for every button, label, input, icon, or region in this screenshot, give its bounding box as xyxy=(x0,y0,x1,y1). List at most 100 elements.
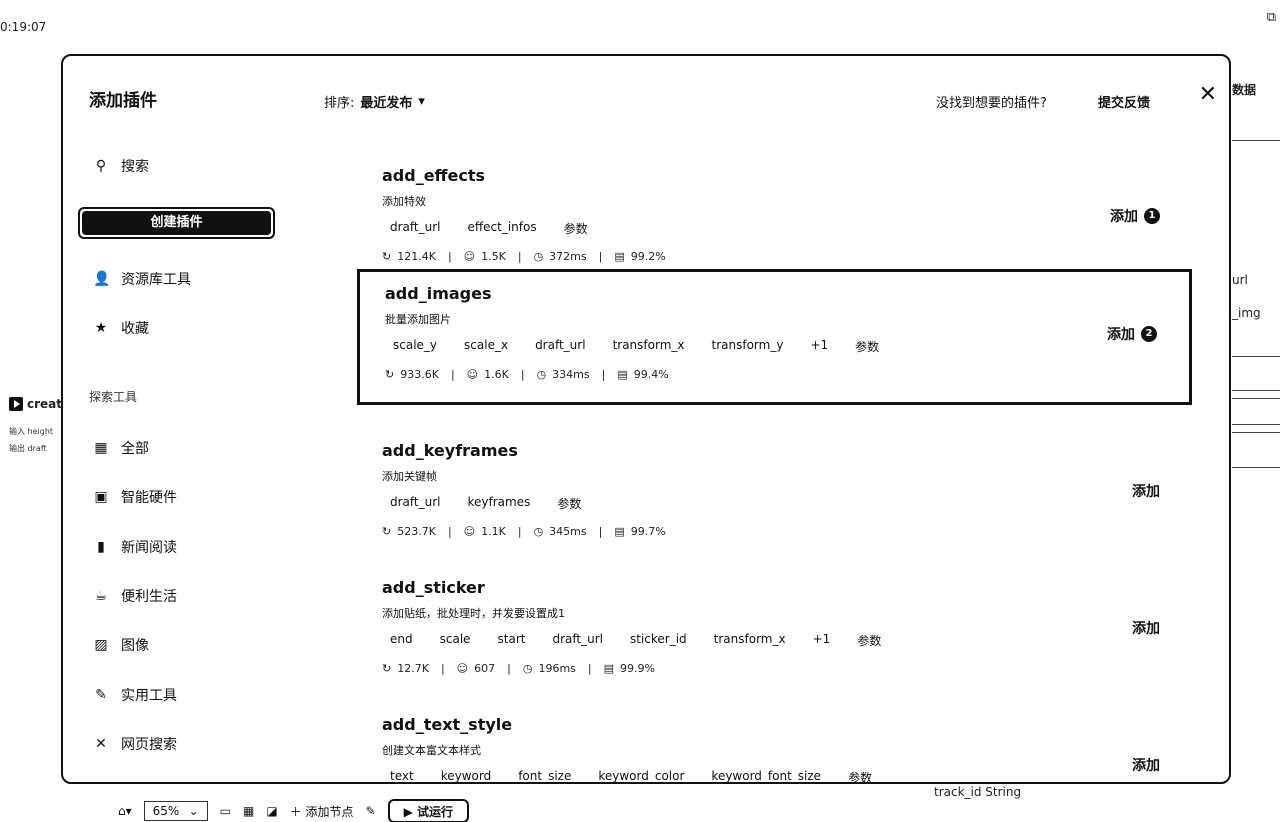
create-plugin-label: 创建插件 xyxy=(82,211,271,235)
zoom-select[interactable]: 65% ⌄ xyxy=(143,801,208,821)
usage-icon: ↻ xyxy=(385,368,395,381)
submit-feedback-button[interactable]: 提交反馈 xyxy=(1098,92,1150,111)
bg-field-img: _img xyxy=(1232,306,1261,320)
plugin-name: add_sticker xyxy=(382,578,485,597)
plugin-card[interactable]: add_keyframes 添加关键帧 draft_url keyframes 参数 ↻ 5… xyxy=(357,426,1192,562)
add-label: 添加 xyxy=(1110,209,1138,225)
bg-node-input: 输入 height xyxy=(9,427,54,436)
plugin-card[interactable]: add_text_style 创建文本富文本样式 text keyword font_s… xyxy=(357,700,1192,784)
sidebar-item[interactable]: ☕ 便利生活 xyxy=(93,586,177,606)
plugin-name: add_images xyxy=(385,284,492,303)
stat-divider: | xyxy=(598,525,603,538)
stat-uses: 523.7K xyxy=(397,525,436,538)
sidebar-item-label: 网页搜索 xyxy=(121,736,177,753)
sidebar-item[interactable]: ✕ 网页搜索 xyxy=(93,734,177,754)
bg-panel-title: 数据 xyxy=(1232,83,1257,97)
bg-track-id: track_id String xyxy=(934,785,1022,799)
stat-success: 99.2% xyxy=(630,250,666,263)
star-icon: ★ xyxy=(94,320,108,336)
plugin-params: text keyword font_size keyword_color keyword… xyxy=(382,769,891,784)
add-node-button[interactable]: ＋ 添加节点 xyxy=(290,803,354,820)
stat-divider: | xyxy=(520,368,525,381)
param-tag: 参数 xyxy=(855,340,880,354)
sidebar-item[interactable]: ▦ 全部 xyxy=(93,438,149,458)
comment-icon[interactable]: ▭ xyxy=(220,804,231,818)
stat-divider: | xyxy=(440,662,445,675)
param-tag: keyword_color xyxy=(598,769,685,783)
bot-icon: ☺ xyxy=(466,368,479,381)
sidebar-item-label: 资源库工具 xyxy=(121,272,191,288)
search-icon: ⚲ xyxy=(95,158,107,174)
plugin-card[interactable]: add_sticker 添加贴纸，批处理时，并发要设置成1 end scale star… xyxy=(357,563,1192,699)
add-plugin-button[interactable]: 添加 xyxy=(1132,755,1160,775)
sidebar-item[interactable]: ✎ 实用工具 xyxy=(93,685,177,705)
stat-latency: 334ms xyxy=(552,368,590,381)
canvas-toolbar: ⌂▾ 65% ⌄ ▭ ▦ ◪ ＋ 添加节点 ✎ ▶ 试运行 xyxy=(118,799,469,822)
param-tag: draft_url xyxy=(535,338,586,352)
globe-icon: ✕ xyxy=(95,735,107,752)
sidebar-item-label: 便利生活 xyxy=(121,588,177,605)
plugin-params: draft_url effect_infos 参数 xyxy=(382,220,607,237)
stat-divider: | xyxy=(507,662,511,675)
add-plugin-button[interactable]: 添加 xyxy=(1132,481,1160,501)
param-tag: +1 xyxy=(810,338,829,352)
param-tag: scale_x xyxy=(464,338,509,352)
param-tag: transform_y xyxy=(711,338,784,352)
plugin-card[interactable]: add_effects 添加特效 draft_url effect_infos 参数 ↻ 1… xyxy=(357,151,1192,287)
add-label: 添加 xyxy=(1132,621,1160,637)
clock-icon: ◷ xyxy=(533,250,544,263)
stat-bots: 607 xyxy=(474,662,496,675)
add-plugin-dialog: 添加插件 ✕ 排序: 最近发布 ▾ 没找到想要的插件? 提交反馈 ⚲ 搜索 创建… xyxy=(61,54,1231,784)
plugin-stats: ↻ 121.4K | ☺ 1.5K | ◷ 372ms | ▤ 99.2% xyxy=(382,250,666,263)
create-plugin-button[interactable]: 创建插件 xyxy=(78,207,275,239)
chip-icon: ▣ xyxy=(94,489,108,506)
sidebar-item[interactable]: ★ 收藏 xyxy=(93,318,149,338)
image-icon: ▨ xyxy=(94,637,108,654)
close-icon[interactable]: ✕ xyxy=(1199,82,1217,107)
sidebar-item[interactable]: ▨ 图像 xyxy=(93,635,149,655)
plugin-description: 添加关键帧 xyxy=(382,470,437,483)
stat-bots: 1.1K xyxy=(481,525,506,538)
user-icon: 👤 xyxy=(93,271,111,287)
plugin-name: add_keyframes xyxy=(382,441,518,460)
feedback-question: 没找到想要的插件? xyxy=(936,96,1047,111)
add-plugin-button[interactable]: 添加 xyxy=(1132,618,1160,638)
sidebar-item[interactable]: ▮ 新闻阅读 xyxy=(93,537,177,557)
plugin-card[interactable]: add_images 批量添加图片 scale_y scale_x draft_url t… xyxy=(357,269,1192,405)
minimap-icon[interactable]: ◪ xyxy=(266,804,277,818)
stat-uses: 12.7K xyxy=(397,662,429,675)
add-plugin-button[interactable]: 添加 2 xyxy=(1107,324,1157,344)
param-tag: end xyxy=(390,632,413,646)
caret-down-icon: ▾ xyxy=(418,94,425,109)
sidebar-item[interactable]: 👤 资源库工具 xyxy=(93,269,191,289)
add-label: 添加 xyxy=(1132,484,1160,500)
bg-field-url: url xyxy=(1232,273,1248,287)
plugin-params: draft_url keyframes 参数 xyxy=(382,495,600,512)
layout-icon[interactable]: ▦ xyxy=(243,804,254,818)
add-plugin-button[interactable]: 添加 1 xyxy=(1110,206,1160,226)
book-icon: ▮ xyxy=(97,538,105,555)
add-label: 添加 xyxy=(1107,327,1135,343)
test-run-button[interactable]: ▶ 试运行 xyxy=(387,799,469,822)
search-input[interactable]: ⚲ 搜索 xyxy=(93,156,149,176)
param-tag: font_size xyxy=(518,769,572,783)
param-tag: draft_url xyxy=(552,632,603,646)
usage-icon: ↻ xyxy=(382,662,392,675)
sort-dropdown[interactable]: 排序: 最近发布 ▾ xyxy=(324,92,425,111)
sort-label: 排序: xyxy=(324,96,355,111)
copy-icon[interactable]: ⧉ xyxy=(1267,10,1276,25)
param-tag: 参数 xyxy=(848,771,873,784)
sidebar-item-label: 收藏 xyxy=(121,321,149,337)
stat-divider: | xyxy=(517,525,522,538)
stat-divider: | xyxy=(587,662,592,675)
sidebar-item[interactable]: ▣ 智能硬件 xyxy=(93,487,177,507)
debug-icon[interactable]: ✎ xyxy=(366,804,376,818)
sidebar-item-label: 新闻阅读 xyxy=(121,539,177,556)
stat-divider: | xyxy=(517,250,522,263)
count-badge: 1 xyxy=(1144,208,1160,224)
stat-latency: 372ms xyxy=(549,250,587,263)
stat-uses: 121.4K xyxy=(397,250,436,263)
explore-section-title: 探索工具 xyxy=(89,390,138,404)
count-badge: 2 xyxy=(1141,326,1157,342)
pointer-icon[interactable]: ⌂▾ xyxy=(118,804,132,818)
